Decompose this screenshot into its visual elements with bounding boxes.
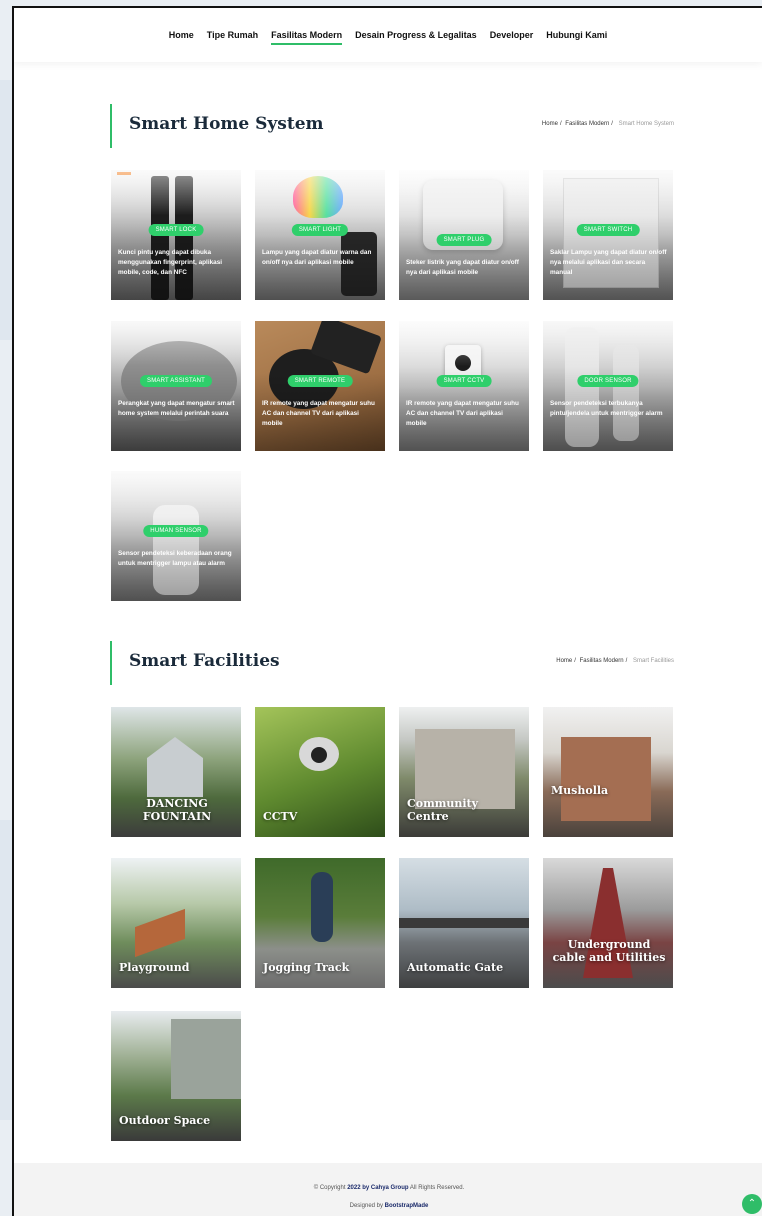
badge-smart-cctv: SMART CCTV xyxy=(436,375,492,387)
facility-automatic-gate[interactable]: Automatic Gate xyxy=(399,858,529,988)
facility-underground-cable[interactable]: Underground cable and Utilities xyxy=(543,858,673,988)
footer: © Copyright 2022 by Cahya Group All Righ… xyxy=(14,1163,762,1216)
facility-playground[interactable]: Playground xyxy=(111,858,241,988)
badge-smart-lock: SMART LOCK xyxy=(148,224,204,236)
facility-label: CCTV xyxy=(263,810,298,823)
card-desc: Steker listrik yang dapat diatur on/off … xyxy=(406,259,519,276)
card-desc: Sensor pendeteksi keberadaan orang untuk… xyxy=(118,550,232,567)
nav-hubungi-kami[interactable]: Hubungi Kami xyxy=(546,27,607,43)
nav-home[interactable]: Home xyxy=(169,27,194,43)
section-title: Smart Home System xyxy=(129,114,324,134)
card-smart-assistant[interactable]: SMART ASSISTANT Perangkat yang dapat men… xyxy=(111,321,241,451)
badge-smart-assistant: SMART ASSISTANT xyxy=(139,375,213,387)
facility-label: Automatic Gate xyxy=(407,961,504,974)
nav-developer[interactable]: Developer xyxy=(490,27,534,43)
facility-outdoor-space[interactable]: Outdoor Space xyxy=(111,1011,241,1141)
card-smart-remote[interactable]: SMART REMOTE IR remote yang dapat mengat… xyxy=(255,321,385,451)
facility-label: Community Centre xyxy=(407,797,479,823)
section-title: Smart Facilities xyxy=(129,651,280,671)
card-smart-light[interactable]: SMART LIGHT Lampu yang dapat diatur warn… xyxy=(255,170,385,300)
breadcrumb-home[interactable]: Home xyxy=(542,121,558,127)
facility-label: Underground cable and Utilities xyxy=(552,938,666,964)
facility-jogging-track[interactable]: Jogging Track xyxy=(255,858,385,988)
badge-smart-switch: SMART SWITCH xyxy=(576,224,640,236)
card-desc: IR remote yang dapat mengatur suhu AC da… xyxy=(406,400,519,427)
designer-link[interactable]: BootstrapMade xyxy=(385,1203,429,1209)
facility-label: Jogging Track xyxy=(263,961,350,974)
breadcrumb-fasilitas[interactable]: Fasilitas Modern xyxy=(565,121,609,127)
card-desc: Kunci pintu yang dapat dibuka menggunaka… xyxy=(118,249,223,276)
smart-facilities-header: Smart Facilities Home / Fasilitas Modern /… xyxy=(110,641,676,685)
nav-tipe-rumah[interactable]: Tipe Rumah xyxy=(207,27,258,43)
badge-smart-plug: SMART PLUG xyxy=(436,234,492,246)
smart-home-header: Smart Home System Home / Fasilitas Modern… xyxy=(110,104,676,148)
card-smart-switch[interactable]: SMART SWITCH Saklar Lampu yang dapat dia… xyxy=(543,170,673,300)
main-nav: Home Tipe Rumah Fasilitas Modern Desain … xyxy=(14,8,762,62)
card-desc: Lampu yang dapat diatur warna dan on/off… xyxy=(262,249,372,266)
breadcrumb-home[interactable]: Home xyxy=(556,658,572,664)
facility-community-centre[interactable]: Community Centre xyxy=(399,707,529,837)
breadcrumb-current: Smart Home System xyxy=(618,121,674,127)
card-smart-lock[interactable]: SMART LOCK Kunci pintu yang dapat dibuka… xyxy=(111,170,241,300)
breadcrumb: Home / Fasilitas Modern / Smart Home Syste… xyxy=(541,121,674,127)
facility-label: DANCING FOUNTAIN xyxy=(142,797,212,823)
facility-dancing-fountain[interactable]: DANCING FOUNTAIN xyxy=(111,707,241,837)
facility-cctv[interactable]: CCTV xyxy=(255,707,385,837)
card-smart-plug[interactable]: SMART PLUG Steker listrik yang dapat dia… xyxy=(399,170,529,300)
arrow-up-icon[interactable]: ⌃ xyxy=(742,1194,762,1214)
card-desc: Perangkat yang dapat mengatur smart home… xyxy=(118,400,235,417)
badge-door-sensor: DOOR SENSOR xyxy=(577,375,639,387)
card-human-sensor[interactable]: HUMAN SENSOR Sensor pendeteksi keberadaa… xyxy=(111,471,241,601)
nav-fasilitas-modern[interactable]: Fasilitas Modern xyxy=(271,27,343,45)
badge-smart-light: SMART LIGHT xyxy=(291,224,349,236)
card-door-sensor[interactable]: DOOR SENSOR Sensor pendeteksi terbukanya… xyxy=(543,321,673,451)
badge-smart-remote: SMART REMOTE xyxy=(287,375,353,387)
facility-label: Musholla xyxy=(551,784,609,797)
breadcrumb-current: Smart Facilities xyxy=(632,658,674,664)
breadcrumb: Home / Fasilitas Modern / Smart Facilities xyxy=(556,658,674,664)
badge-human-sensor: HUMAN SENSOR xyxy=(143,525,209,537)
facility-label: Playground xyxy=(119,961,190,974)
facility-label: Outdoor Space xyxy=(119,1114,211,1127)
card-smart-cctv[interactable]: SMART CCTV IR remote yang dapat mengatur… xyxy=(399,321,529,451)
facility-musholla[interactable]: Musholla xyxy=(543,707,673,837)
page-frame: Home Tipe Rumah Fasilitas Modern Desain … xyxy=(12,6,762,1216)
card-desc: Sensor pendeteksi terbukanya pintu/jende… xyxy=(550,400,663,417)
copyright-text: © Copyright 2022 by Cahya Group All Righ… xyxy=(313,1185,465,1191)
card-desc: Saklar Lampu yang dapat diatur on/off ny… xyxy=(550,249,667,276)
card-desc: IR remote yang dapat mengatur suhu AC da… xyxy=(262,400,375,427)
designed-by-text: Designed by BootstrapMade xyxy=(349,1203,429,1209)
breadcrumb-fasilitas[interactable]: Fasilitas Modern xyxy=(580,658,624,664)
nav-desain-progress[interactable]: Desain Progress & Legalitas xyxy=(355,27,477,43)
